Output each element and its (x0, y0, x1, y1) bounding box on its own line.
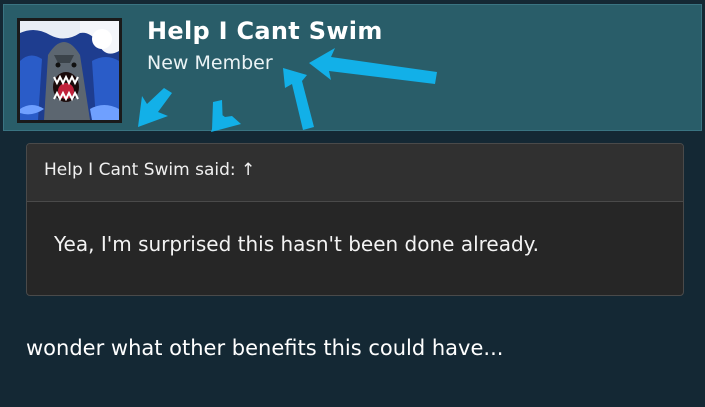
quote-attribution-link[interactable]: Help I Cant Swim said: ↑ (27, 144, 683, 202)
quote-block: Help I Cant Swim said: ↑ Yea, I'm surpri… (26, 143, 684, 296)
quote-text: Yea, I'm surprised this hasn't been done… (54, 232, 540, 256)
shark-avatar-icon (20, 21, 119, 120)
avatar[interactable] (17, 18, 122, 123)
user-title: New Member (147, 52, 273, 74)
post-body-text: wonder what other benefits this could ha… (26, 336, 504, 360)
user-info-banner: Help I Cant Swim New Member (3, 4, 702, 131)
username-link[interactable]: Help I Cant Swim (147, 17, 383, 45)
